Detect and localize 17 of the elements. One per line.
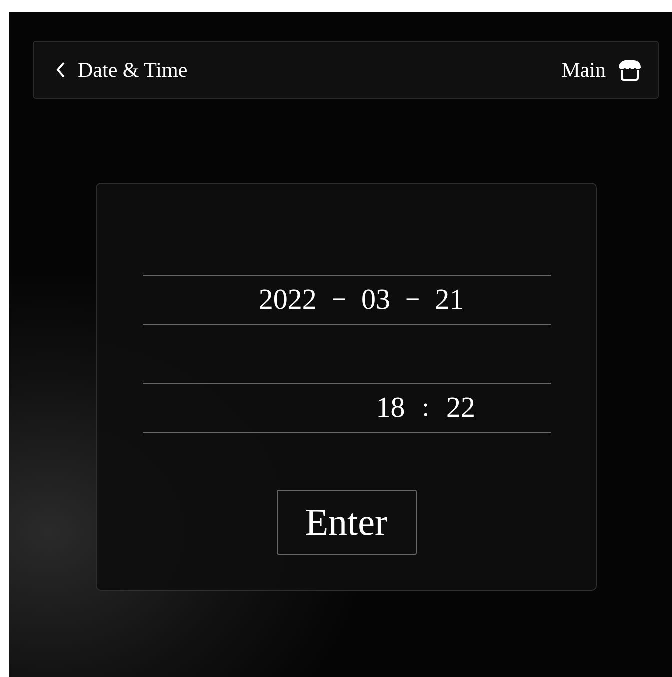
hour-value[interactable]: 18 [376,392,406,424]
time-field[interactable]: 18 : 22 [142,383,550,433]
separator-text: − [332,285,346,315]
enter-button[interactable]: Enter [276,490,416,555]
home-label: Main [562,58,606,82]
back-button[interactable]: Date & Time [56,58,188,82]
back-icon [56,62,66,78]
minute-value[interactable]: 22 [446,392,476,424]
year-value[interactable]: 2022 [258,284,317,316]
separator-text: : [422,393,430,423]
separator-text: − [406,285,420,315]
date-field[interactable]: 2022 − 03 − 21 [142,275,550,325]
day-value[interactable]: 21 [435,284,464,316]
month-value[interactable]: 03 [362,284,390,316]
page-title: Date & Time [78,58,188,82]
home-button[interactable]: Main [562,58,642,82]
shop-icon [618,58,642,82]
